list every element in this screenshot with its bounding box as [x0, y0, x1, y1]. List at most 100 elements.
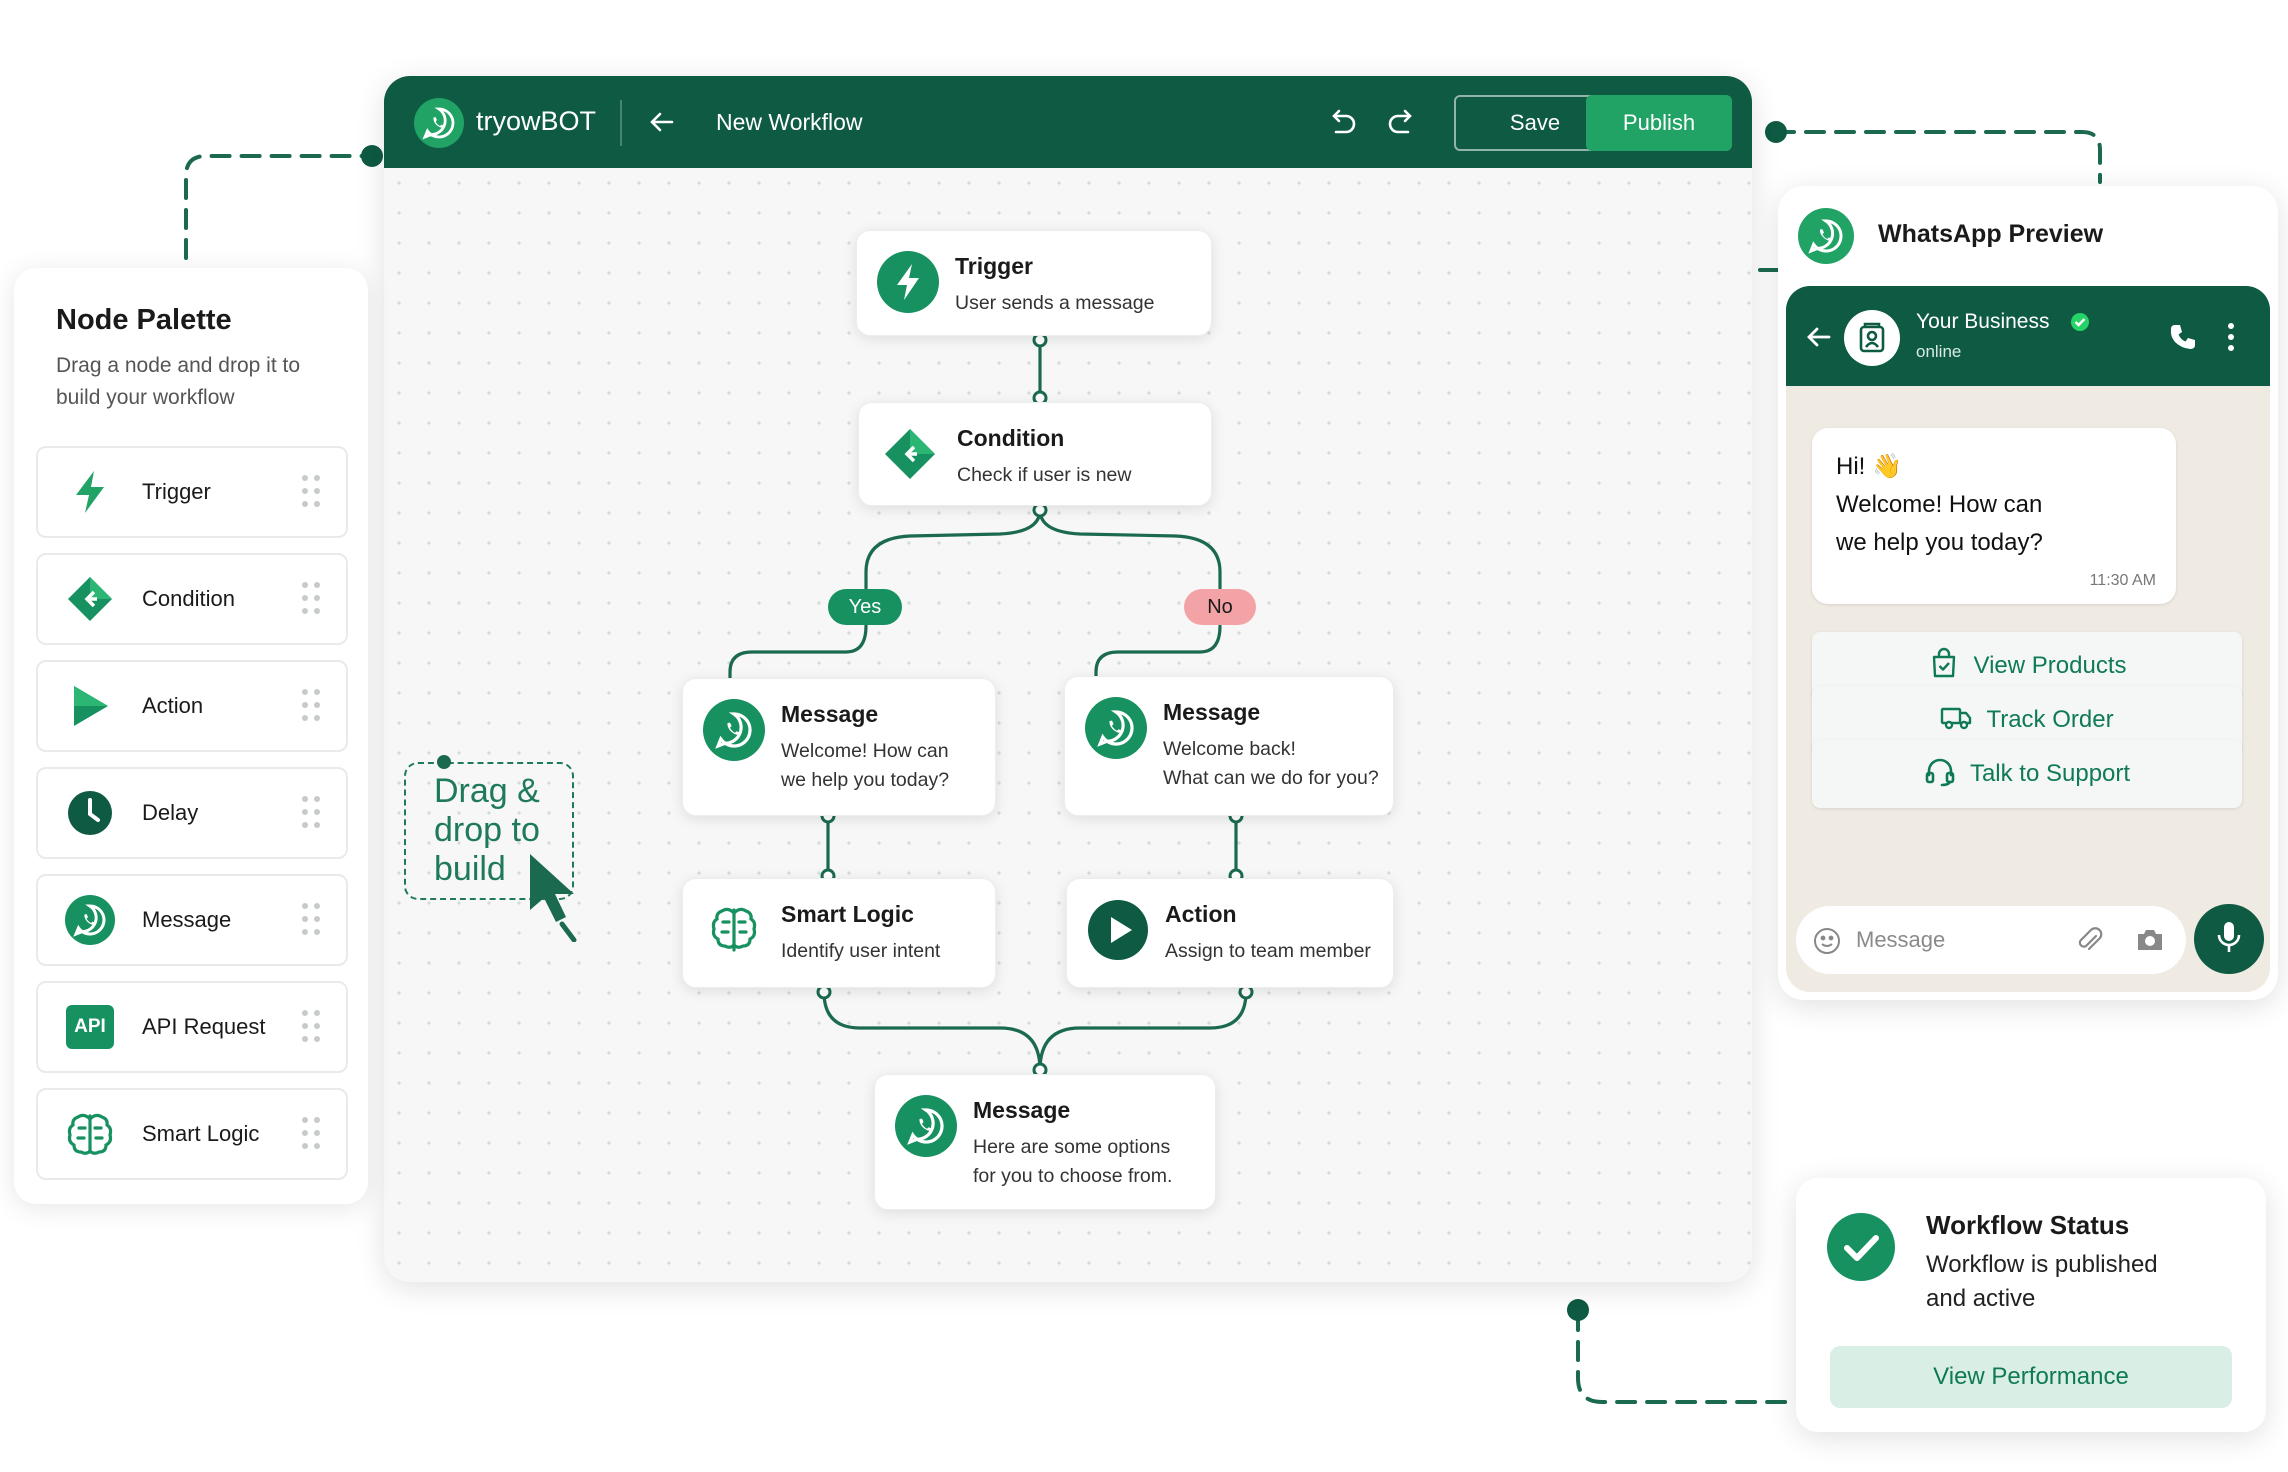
drag-handle-icon[interactable] [302, 1117, 320, 1151]
toolbar-divider [620, 100, 622, 146]
drag-drop-line: Drag & [434, 772, 540, 810]
node-title: Trigger [955, 253, 1033, 279]
workflow-name[interactable]: New Workflow [716, 109, 863, 136]
drag-drop-line: drop to [434, 811, 540, 849]
drag-drop-text: Drag & drop to build [434, 772, 540, 889]
back-arrow-icon[interactable] [646, 106, 678, 138]
palette-item-smart-logic[interactable]: Smart Logic [36, 1088, 348, 1180]
api-icon: API [64, 1001, 116, 1053]
publish-button[interactable]: Publish [1586, 95, 1732, 151]
node-description: Assign to team member [1165, 940, 1371, 962]
redo-icon[interactable] [1384, 104, 1420, 140]
brain-icon [703, 899, 765, 961]
whatsapp-icon [703, 699, 765, 761]
node-message-returning-user[interactable]: Message Welcome back! What can we do for … [1064, 676, 1394, 816]
drag-handle-icon[interactable] [302, 796, 320, 830]
lightning-icon [877, 251, 939, 313]
node-message-new-user[interactable]: Message Welcome! How can we help you toda… [682, 678, 996, 816]
cursor-pointer-icon [530, 854, 577, 942]
palette-item-trigger[interactable]: Trigger [36, 446, 348, 538]
brand-name: tryowBOT [476, 106, 597, 136]
clock-icon [64, 787, 116, 839]
palette-item-condition[interactable]: Condition [36, 553, 348, 645]
node-description: Welcome! How can we help you today? [781, 737, 949, 795]
node-description-line: What can we do for you? [1163, 767, 1379, 789]
palette-item-api-request[interactable]: API API Request [36, 981, 348, 1073]
play-icon [1087, 899, 1149, 961]
drag-handle-icon[interactable] [302, 689, 320, 723]
view-performance-button[interactable]: View Performance [1830, 1346, 2232, 1408]
node-description-line: Welcome back! [1163, 738, 1296, 760]
back-arrow-icon[interactable] [1804, 322, 1834, 352]
whatsapp-preview: WhatsApp Preview Your Business online Hi… [1778, 186, 2278, 1000]
palette-item-delay[interactable]: Delay [36, 767, 348, 859]
branch-yes-label: Yes [828, 589, 902, 625]
node-title: Action [1165, 901, 1237, 927]
palette-item-label: API Request [142, 1014, 266, 1039]
whatsapp-logo-icon [1798, 208, 1854, 264]
palette-item-label: Condition [142, 586, 235, 611]
node-action[interactable]: Action Assign to team member [1066, 878, 1394, 988]
drag-handle-icon[interactable] [302, 475, 320, 509]
undo-icon[interactable] [1324, 104, 1360, 140]
drag-handle-icon[interactable] [302, 903, 320, 937]
node-description: Identify user intent [781, 940, 941, 962]
node-description-line: we help you today? [781, 769, 950, 791]
palette-item-label: Smart Logic [142, 1121, 260, 1146]
message-composer[interactable]: Message [1796, 906, 2186, 974]
node-condition[interactable]: Condition Check if user is new [858, 402, 1212, 506]
node-description: Check if user is new [957, 464, 1132, 486]
check-circle-icon [1826, 1212, 1896, 1282]
node-description-line: for you to choose from. [973, 1165, 1173, 1187]
phone-call-icon[interactable] [2168, 322, 2198, 352]
node-smart-logic[interactable]: Smart Logic Identify user intent [682, 878, 996, 988]
drag-handle-icon[interactable] [302, 1010, 320, 1044]
shopping-bag-icon [1928, 647, 1960, 686]
message-timestamp: 11:30 AM [2089, 572, 2156, 589]
message-line: Welcome! How can [1836, 491, 2043, 518]
node-description: User sends a message [955, 292, 1155, 314]
api-badge: API [66, 1005, 114, 1049]
status-message: Workflow is published and active [1926, 1248, 2246, 1316]
palette-item-label: Delay [142, 800, 199, 825]
node-description-line: Welcome! How can [781, 740, 949, 762]
palette-item-message[interactable]: Message [36, 874, 348, 966]
emoji-icon[interactable] [1812, 926, 1842, 956]
business-avatar[interactable] [1844, 310, 1900, 366]
headset-icon [1924, 755, 1956, 794]
condition-diamond-icon [64, 573, 116, 625]
verified-badge-icon [2070, 312, 2090, 332]
drag-anchor-dot [437, 755, 451, 769]
truck-icon [1940, 701, 1972, 740]
camera-icon[interactable] [2134, 924, 2166, 956]
message-line: Hi! 👋 [1836, 453, 1902, 480]
condition-diamond-icon [879, 423, 941, 485]
node-description-line: Here are some options [973, 1136, 1171, 1158]
status-line: Workflow is published [1926, 1251, 2158, 1278]
contact-status: online [1916, 342, 1962, 361]
palette-title: Node Palette [56, 304, 232, 336]
node-title: Smart Logic [781, 901, 914, 927]
status-title: Workflow Status [1926, 1210, 2130, 1240]
quick-reply-talk-to-support[interactable]: Talk to Support [1812, 740, 2242, 808]
incoming-message-bubble: Hi! 👋 Welcome! How can we help you today… [1812, 428, 2176, 604]
palette-item-action[interactable]: Action [36, 660, 348, 752]
message-input-placeholder[interactable]: Message [1856, 927, 1945, 953]
microphone-button[interactable] [2194, 904, 2264, 974]
more-options-icon[interactable] [2224, 320, 2238, 354]
whatsapp-icon [895, 1095, 957, 1157]
microphone-icon [2214, 920, 2244, 959]
node-description: Welcome back! What can we do for you? [1163, 735, 1379, 793]
message-line: we help you today? [1836, 529, 2043, 556]
message-text: Hi! 👋 Welcome! How can we help you today… [1836, 448, 2136, 562]
preview-title: WhatsApp Preview [1878, 220, 2104, 248]
drag-handle-icon[interactable] [302, 582, 320, 616]
quick-reply-label: View Products [1973, 652, 2127, 679]
editor-toolbar: tryowBOT New Workflow Save Publish [384, 76, 1752, 168]
node-message-options[interactable]: Message Here are some options for you to … [874, 1074, 1216, 1210]
lightning-icon [64, 466, 116, 518]
attachment-clip-icon[interactable] [2074, 924, 2106, 956]
brain-icon [64, 1108, 116, 1160]
node-trigger[interactable]: Trigger User sends a message [856, 230, 1212, 336]
play-triangle-icon [64, 680, 116, 732]
